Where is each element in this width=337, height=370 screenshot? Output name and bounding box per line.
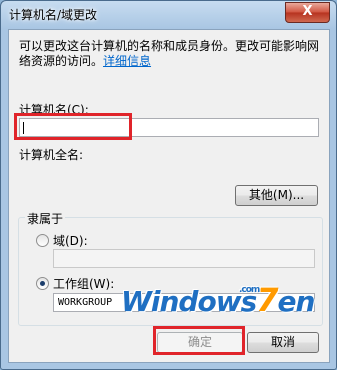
window-title: 计算机名/域更改 — [9, 8, 98, 22]
details-link[interactable]: 详细信息 — [103, 54, 151, 68]
workgroup-radio[interactable] — [36, 277, 49, 290]
watermark-logo: Windows7en .com — [121, 281, 316, 319]
close-button[interactable]: X — [285, 2, 330, 23]
domain-label: 域(D): — [53, 234, 88, 248]
domain-input[interactable] — [53, 249, 315, 268]
radio-selected-dot — [40, 281, 45, 286]
more-button[interactable]: 其他(M)... — [235, 185, 318, 206]
watermark-text-com: .com — [239, 285, 260, 295]
highlight-box-computer-name — [14, 113, 132, 140]
workgroup-value: WORKGROUP — [58, 297, 113, 308]
description-body: 可以更改这台计算机的名称和成员身份。更改可能影响网络资源的访问。 — [19, 39, 320, 68]
full-computer-name-label: 计算机全名: — [19, 148, 84, 162]
workgroup-label: 工作组(W): — [53, 277, 115, 291]
description-text: 可以更改这台计算机的名称和成员身份。更改可能影响网络资源的访问。详细信息 — [19, 39, 324, 69]
watermark-text-end: en — [277, 285, 316, 318]
domain-radio[interactable] — [36, 234, 49, 247]
cancel-button[interactable]: 取消 — [247, 332, 319, 353]
close-icon: X — [302, 4, 313, 19]
watermark-text-seven: 7 — [256, 281, 278, 319]
watermark-text-main: Windows — [121, 285, 257, 318]
dialog-window: 计算机名/域更改 X 可以更改这台计算机的名称和成员身份。更改可能影响网络资源的… — [0, 0, 337, 370]
title-bar[interactable]: 计算机名/域更改 X — [1, 1, 336, 29]
member-of-label: 隶属于 — [25, 210, 66, 227]
highlight-box-ok — [153, 326, 245, 355]
